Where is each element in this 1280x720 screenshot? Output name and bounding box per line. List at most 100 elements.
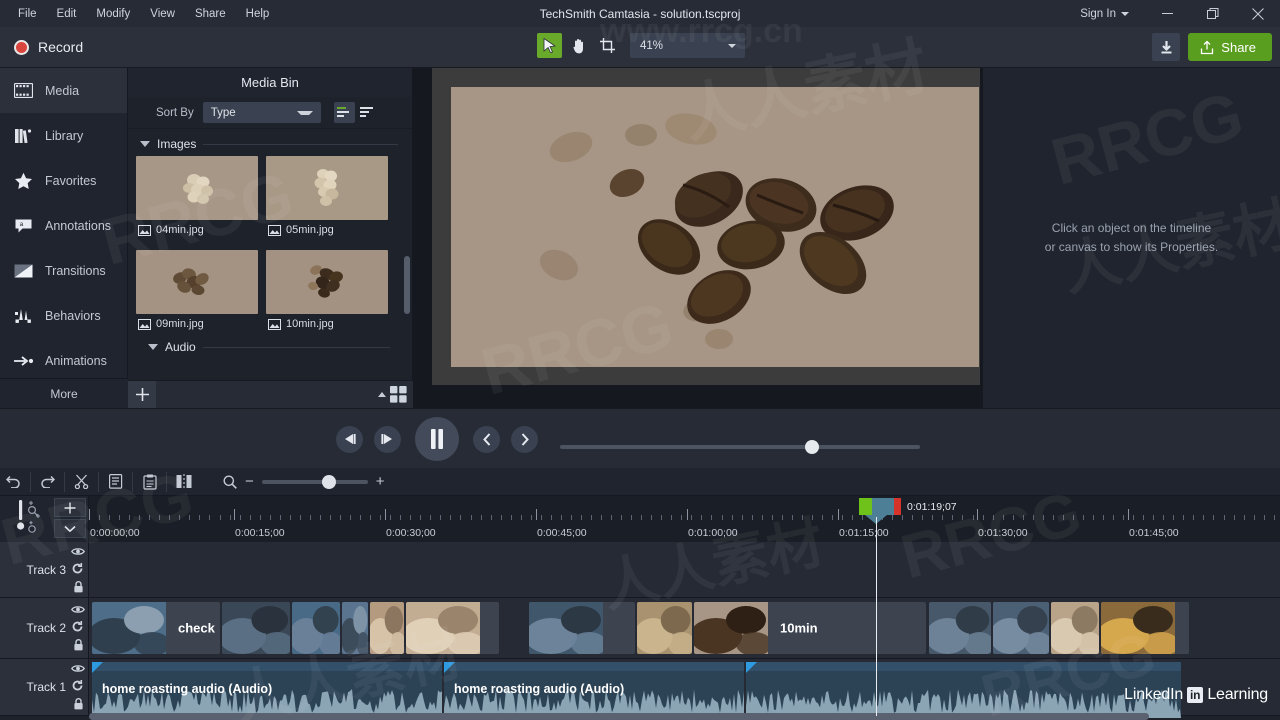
toolbar-right: Share xyxy=(1152,33,1272,61)
timeline-audio-clip[interactable]: home roasting audio (Audio) xyxy=(444,662,744,718)
timeline-clip[interactable] xyxy=(637,602,692,654)
list-view-button[interactable] xyxy=(333,102,355,123)
timeline-clip[interactable]: 10min xyxy=(694,602,926,654)
maximize-button[interactable] xyxy=(1190,0,1235,27)
split-button[interactable] xyxy=(170,468,197,495)
timeline-ruler[interactable]: 0:00:00;00 0:00:15;00 0:00:30;00 0:00:45;00… xyxy=(89,496,1280,542)
timeline-clip[interactable] xyxy=(292,602,340,654)
step-forward-button[interactable] xyxy=(374,425,401,453)
canvas-preview-image xyxy=(451,87,979,367)
next-clip-button[interactable] xyxy=(511,425,538,453)
scrubber-handle[interactable] xyxy=(805,440,819,454)
menu-item-view[interactable]: View xyxy=(140,4,185,24)
sort-by-select[interactable]: Type xyxy=(202,102,321,123)
paste-button[interactable] xyxy=(136,468,163,495)
sidebar-more-button[interactable]: More xyxy=(0,378,128,408)
media-bin-view-switch[interactable] xyxy=(378,386,407,403)
track-content[interactable]: check 10min xyxy=(89,598,1280,658)
marker-pin-icon[interactable] xyxy=(16,498,46,541)
track-header[interactable]: Track 1 xyxy=(0,659,89,715)
media-bin-scroll-area[interactable]: 04min.jpg 05min.jpg 09min.jpg 10min.jpg … xyxy=(128,156,412,371)
zoom-slider-handle[interactable] xyxy=(321,474,336,489)
sign-in-button[interactable]: Sign In xyxy=(1070,4,1139,24)
timeline-clip[interactable] xyxy=(929,602,991,654)
track-content[interactable] xyxy=(89,542,1280,597)
media-item-caption: 05min.jpg xyxy=(266,220,388,242)
pause-button[interactable] xyxy=(415,417,459,461)
timeline-horizontal-scrollbar[interactable] xyxy=(89,713,1149,720)
timeline-clip[interactable] xyxy=(529,602,635,654)
media-group-images[interactable]: Images xyxy=(128,129,412,156)
menu-item-share[interactable]: Share xyxy=(185,4,236,24)
playhead-body[interactable] xyxy=(872,498,894,515)
share-button[interactable]: Share xyxy=(1188,33,1272,61)
record-button[interactable]: Record xyxy=(0,27,128,68)
track-header[interactable]: Track 2 xyxy=(0,598,89,658)
fade-handle[interactable] xyxy=(746,662,757,673)
eye-icon xyxy=(71,547,85,555)
timeline-clip[interactable] xyxy=(370,602,404,654)
media-bin-scrollbar[interactable] xyxy=(404,256,410,314)
step-back-button[interactable] xyxy=(336,425,363,453)
properties-empty-line2: or canvas to show its Properties. xyxy=(1044,240,1219,254)
sidebar-item-library[interactable]: Library xyxy=(0,113,127,158)
zoom-in-button[interactable]: + xyxy=(376,474,385,489)
timeline-audio-clip[interactable] xyxy=(746,662,1181,718)
sidebar-item-media[interactable]: Media xyxy=(0,68,127,113)
media-group-audio[interactable]: Audio xyxy=(136,336,404,359)
playhead-start-marker[interactable] xyxy=(859,498,872,515)
zoom-out-button[interactable]: − xyxy=(245,474,254,489)
track-content[interactable]: home roasting audio (Audio) home roasting… xyxy=(89,659,1280,718)
timeline-clip[interactable] xyxy=(1051,602,1099,654)
hand-tool-button[interactable] xyxy=(566,33,591,58)
canvas-area[interactable] xyxy=(413,68,983,408)
minimize-button[interactable] xyxy=(1145,0,1190,27)
timeline-clip[interactable]: check xyxy=(92,602,220,654)
previous-clip-button[interactable] xyxy=(473,425,500,453)
timeline-clip[interactable] xyxy=(406,602,499,654)
copy-button[interactable] xyxy=(102,468,129,495)
sidebar-item-animations[interactable]: Animations xyxy=(0,338,127,383)
sidebar-item-transitions[interactable]: Transitions xyxy=(0,248,127,293)
track-header[interactable]: Track 3 xyxy=(0,542,89,597)
download-button[interactable] xyxy=(1152,33,1181,61)
sidebar-item-annotations[interactable]: a Annotations xyxy=(0,203,127,248)
chevron-down-icon xyxy=(1121,11,1129,16)
undo-button[interactable] xyxy=(0,468,27,495)
media-item[interactable]: 10min.jpg xyxy=(266,250,388,336)
menu-item-edit[interactable]: Edit xyxy=(47,4,87,24)
detail-view-button[interactable] xyxy=(357,102,378,123)
media-item-caption: 10min.jpg xyxy=(266,314,388,336)
menu-item-modify[interactable]: Modify xyxy=(86,4,140,24)
sidebar-item-behaviors[interactable]: Behaviors xyxy=(0,293,127,338)
zoom-level-select[interactable]: 41% xyxy=(630,33,745,58)
timeline-clip[interactable] xyxy=(342,602,368,654)
collapse-tracks-button[interactable] xyxy=(54,519,86,538)
select-tool-button[interactable] xyxy=(537,33,562,58)
redo-button[interactable] xyxy=(34,468,61,495)
image-file-icon xyxy=(138,224,151,236)
fade-handle[interactable] xyxy=(92,662,103,673)
media-item[interactable]: 05min.jpg xyxy=(266,156,388,242)
crop-tool-button[interactable] xyxy=(595,33,620,58)
add-track-button[interactable] xyxy=(54,498,86,517)
media-item[interactable]: 04min.jpg xyxy=(136,156,258,242)
timeline-clip[interactable] xyxy=(1101,602,1189,654)
close-button[interactable] xyxy=(1235,0,1280,27)
playhead-end-marker[interactable] xyxy=(894,498,901,515)
media-item[interactable]: 09min.jpg xyxy=(136,250,258,336)
cut-button[interactable] xyxy=(68,468,95,495)
playhead-handle[interactable]: 0:01:19;07 xyxy=(859,498,957,515)
timeline-ruler-label: 0:01:15;00 xyxy=(839,527,889,539)
add-media-button[interactable] xyxy=(128,380,156,409)
playback-scrubber[interactable] xyxy=(560,440,920,454)
menu-item-file[interactable]: File xyxy=(8,4,47,24)
timeline-clip[interactable] xyxy=(222,602,290,654)
sidebar-item-favorites[interactable]: Favorites xyxy=(0,158,127,203)
menu-item-help[interactable]: Help xyxy=(236,4,280,24)
redo-icon xyxy=(41,475,55,488)
fade-handle[interactable] xyxy=(444,662,455,673)
timeline-clip[interactable] xyxy=(993,602,1049,654)
timeline-audio-clip[interactable]: home roasting audio (Audio) xyxy=(92,662,442,718)
timeline-zoom-slider[interactable] xyxy=(261,474,368,489)
